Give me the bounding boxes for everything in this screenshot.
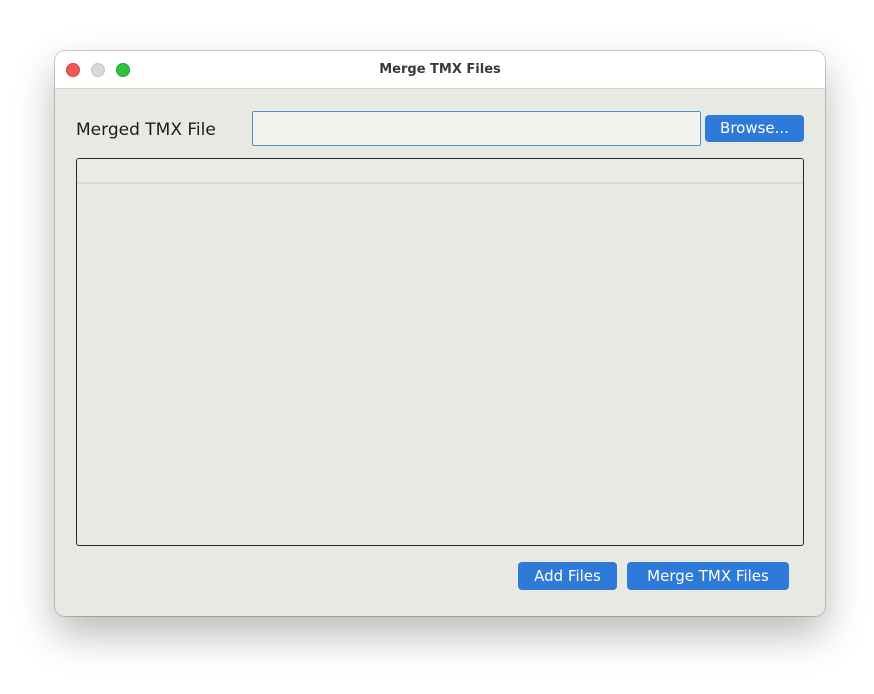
desktop: Merge TMX Files Merged TMX File Browse..… — [0, 0, 874, 694]
merge-tmx-files-button[interactable]: Merge TMX Files — [627, 562, 789, 590]
browse-button[interactable]: Browse... — [705, 115, 804, 142]
window-title: Merge TMX Files — [379, 62, 501, 77]
table-body[interactable] — [77, 184, 803, 545]
merged-file-label: Merged TMX File — [76, 120, 216, 140]
add-files-button[interactable]: Add Files — [518, 562, 617, 590]
file-list-table[interactable] — [76, 158, 804, 546]
title-bar[interactable]: Merge TMX Files — [55, 51, 825, 89]
merged-file-input[interactable] — [252, 111, 701, 146]
table-header — [77, 159, 803, 184]
merge-tmx-window: Merge TMX Files Merged TMX File Browse..… — [55, 51, 825, 616]
